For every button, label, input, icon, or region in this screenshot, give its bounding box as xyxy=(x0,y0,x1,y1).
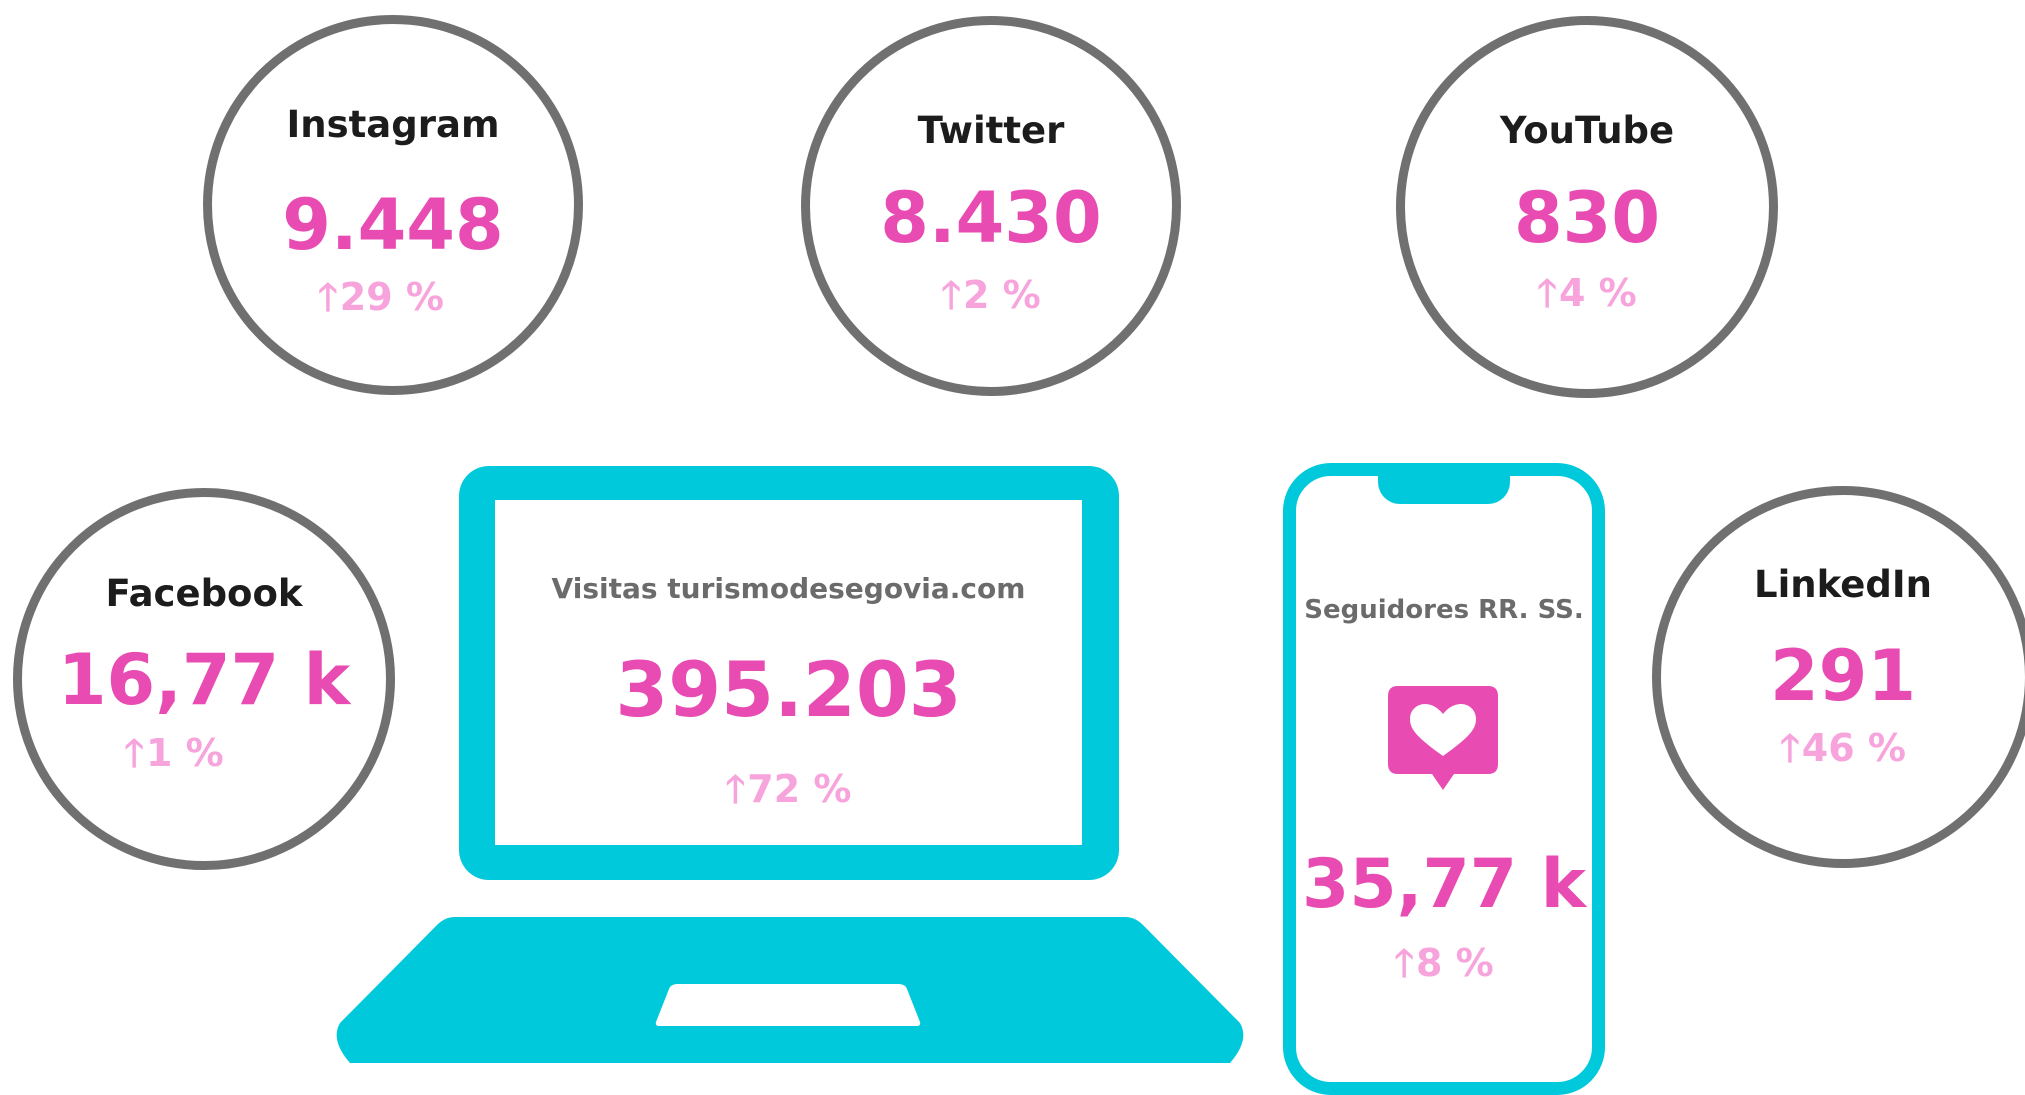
up-arrow-icon: 🡑 xyxy=(725,767,746,811)
heart-speech-bubble-icon xyxy=(1388,686,1498,790)
followers-value: 35,77 k xyxy=(1302,845,1586,924)
up-arrow-icon: 🡑 xyxy=(1394,941,1414,985)
followers-change: 🡑8 % xyxy=(1296,935,1592,1000)
web-visits-change: 🡑72 % xyxy=(495,761,1082,826)
laptop-illustration: Visitas turismodesegovia.com 395.203 🡑72… xyxy=(0,0,2025,1095)
laptop-keyboard-base xyxy=(336,917,1244,1063)
web-visits-label: Visitas turismodesegovia.com xyxy=(551,572,1026,605)
laptop-trackpad xyxy=(655,984,921,1026)
web-visits-value: 395.203 xyxy=(615,645,962,734)
followers-label: Seguidores RR. SS. xyxy=(1304,595,1584,625)
phone-notch xyxy=(1378,470,1510,504)
